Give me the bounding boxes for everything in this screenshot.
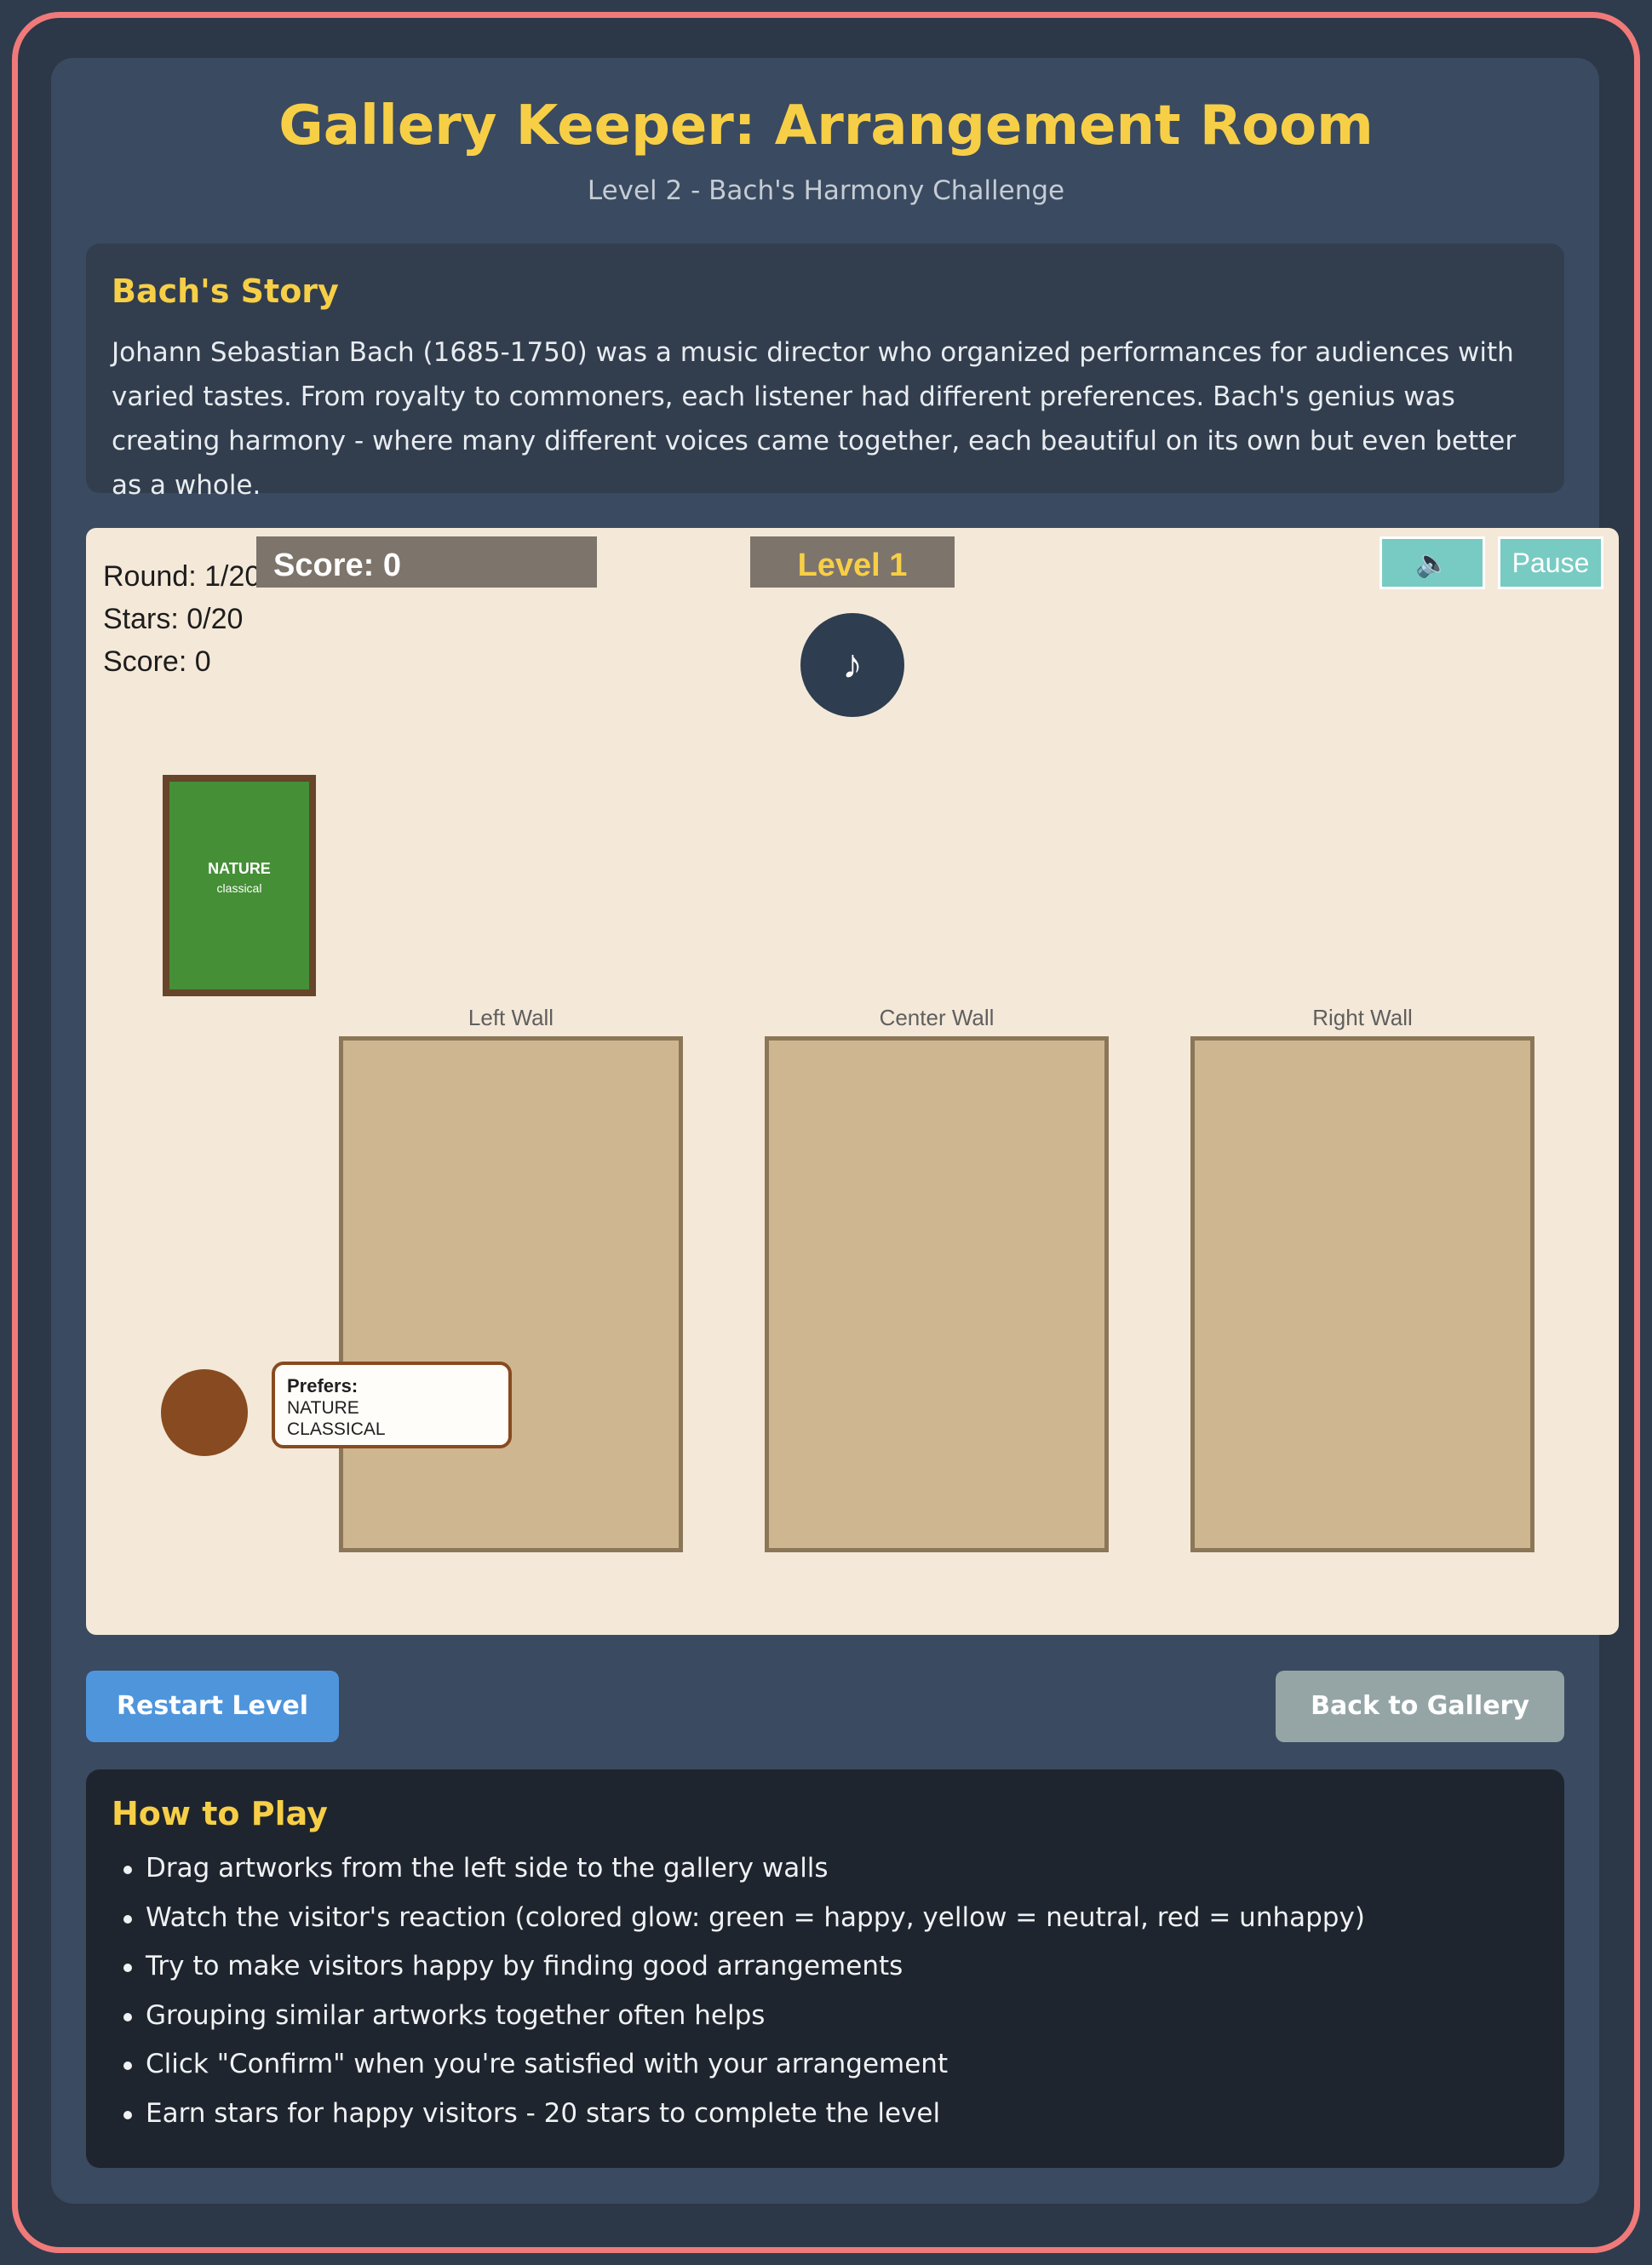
left-wall-label: Left Wall: [467, 1005, 554, 1030]
how-to-play-heading: How to Play: [112, 1795, 328, 1832]
music-note-icon[interactable]: ♪: [800, 613, 904, 717]
instruction-item: Drag artworks from the left side to the …: [112, 1844, 1539, 1894]
page-title: Gallery Keeper: Arrangement Room: [278, 95, 1374, 158]
stars-counter: Stars: 0/20: [103, 603, 244, 635]
instruction-item: Try to make visitors happy by finding go…: [112, 1942, 1539, 1992]
instruction-item: Watch the visitor's reaction (colored gl…: [112, 1894, 1539, 1943]
round-counter: Round: 1/20: [103, 560, 261, 593]
left-wall-slot[interactable]: [339, 1036, 683, 1552]
instruction-item: Grouping similar artworks together often…: [112, 1992, 1539, 2041]
visitor-avatar: [161, 1369, 248, 1456]
page-subtitle: Level 2 - Bach's Harmony Challenge: [587, 175, 1065, 206]
score-counter: Score: 0: [103, 645, 211, 678]
center-wall-slot[interactable]: [765, 1036, 1109, 1552]
visitor-preference-bubble: Prefers: NATURE CLASSICAL: [272, 1362, 512, 1448]
stats-panel: Round: 1/20 Stars: 0/20 Score: 0: [103, 555, 261, 683]
story-panel: Bach's Story Johann Sebastian Bach (1685…: [86, 244, 1564, 501]
prefers-label: Prefers:: [287, 1375, 359, 1396]
artwork-card[interactable]: NATURE classical: [163, 775, 316, 996]
restart-level-button[interactable]: Restart Level: [86, 1671, 339, 1742]
story-heading: Bach's Story: [112, 272, 339, 310]
level-banner: Level 1: [750, 536, 955, 588]
instruction-item: Click "Confirm" when you're satisfied wi…: [112, 2040, 1539, 2090]
instructions-list: Drag artworks from the left side to the …: [112, 1844, 1539, 2138]
story-text: Johann Sebastian Bach (1685-1750) was a …: [112, 337, 1517, 501]
back-to-gallery-button[interactable]: Back to Gallery: [1276, 1671, 1564, 1742]
center-wall-label: Center Wall: [879, 1005, 995, 1030]
game-canvas[interactable]: Round: 1/20 Stars: 0/20 Score: 0 Score: …: [86, 528, 1619, 1635]
speaker-icon: 🔈: [1415, 548, 1449, 578]
preference-item: NATURE: [287, 1398, 359, 1418]
right-wall-label: Right Wall: [1312, 1005, 1413, 1030]
how-to-play-panel: How to Play Drag artworks from the left …: [86, 1769, 1564, 2168]
instruction-item: Earn stars for happy visitors - 20 stars…: [112, 2090, 1539, 2139]
artwork-title: NATURE: [208, 860, 271, 877]
pause-button[interactable]: Pause: [1498, 536, 1603, 589]
artwork-style: classical: [216, 881, 262, 895]
score-banner: Score: 0: [256, 536, 597, 588]
sound-toggle-button[interactable]: 🔈: [1380, 536, 1485, 589]
right-wall-slot[interactable]: [1190, 1036, 1534, 1552]
preference-item: CLASSICAL: [287, 1419, 386, 1439]
